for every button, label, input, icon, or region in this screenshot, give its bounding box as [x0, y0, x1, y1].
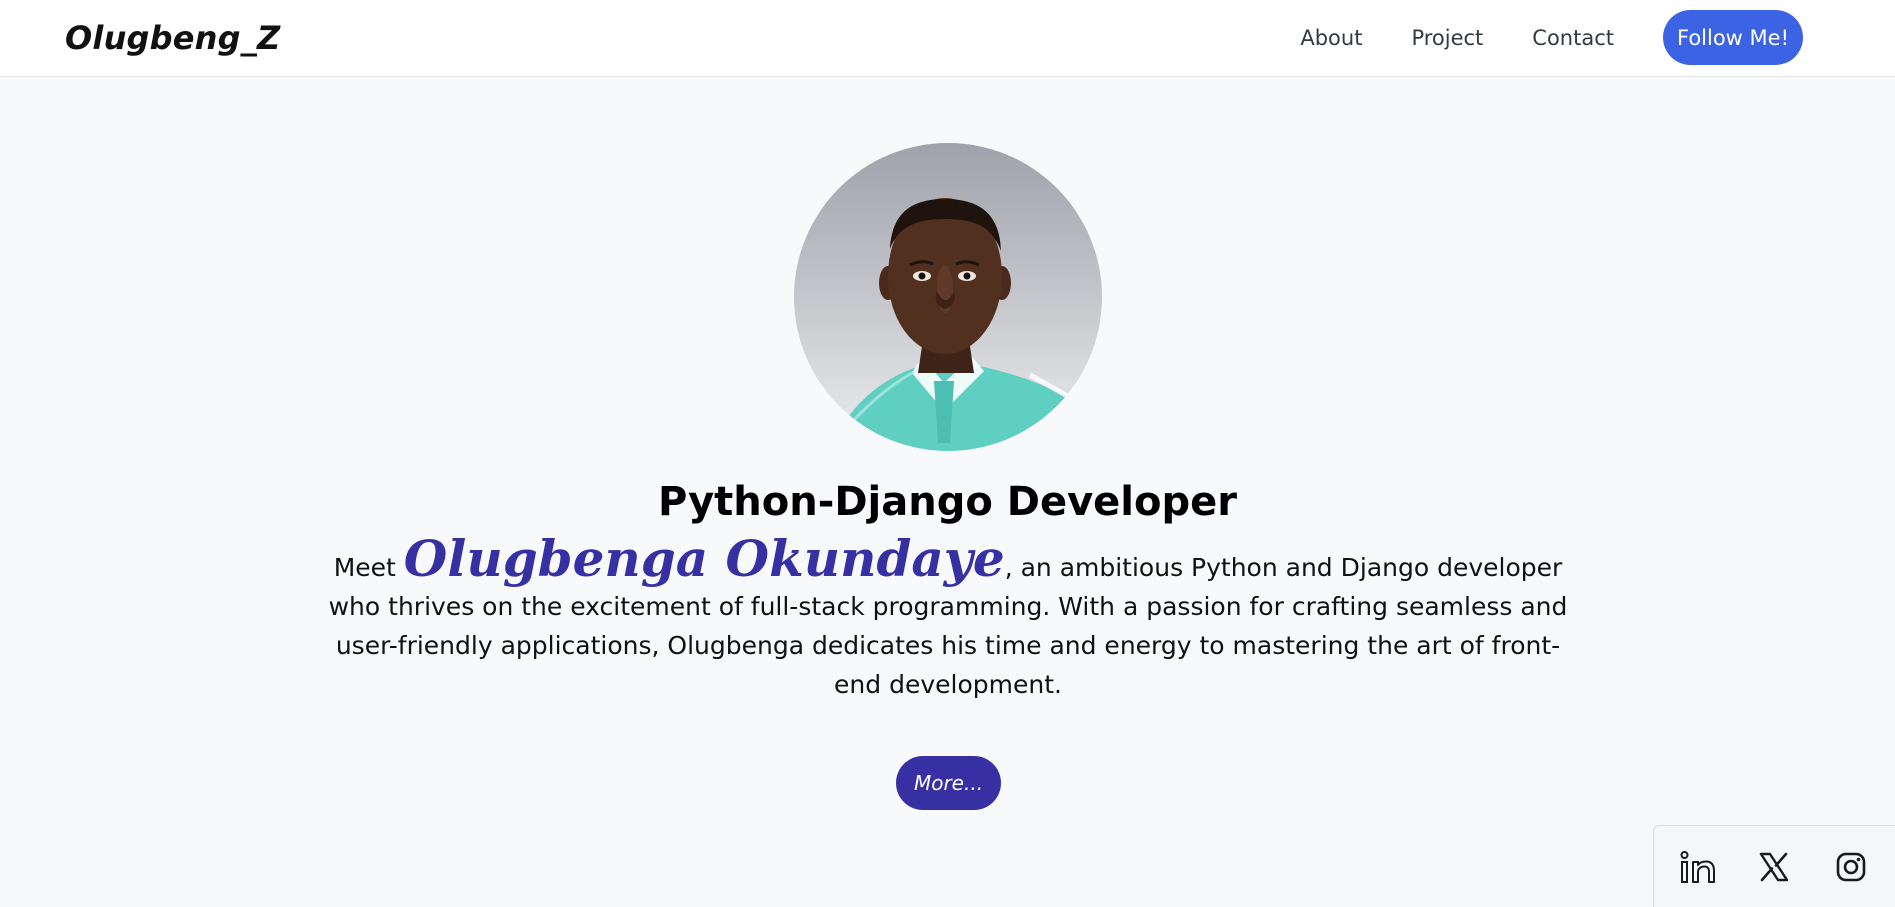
brand-logo[interactable]: Olugbeng_Z	[65, 19, 280, 57]
linkedin-icon[interactable]	[1676, 845, 1720, 889]
nav-links: About Project Contact Follow Me!	[1300, 10, 1803, 65]
follow-me-button[interactable]: Follow Me!	[1663, 10, 1803, 65]
nav-link-project[interactable]: Project	[1411, 26, 1483, 50]
instagram-icon[interactable]	[1829, 845, 1873, 889]
nav-link-contact[interactable]: Contact	[1532, 26, 1614, 50]
x-twitter-icon[interactable]	[1752, 845, 1796, 889]
developer-name: Olugbenga Okundaye	[403, 529, 1005, 588]
intro-prefix: Meet	[333, 553, 404, 582]
intro-paragraph: Meet Olugbenga Okundaye, an ambitious Py…	[318, 534, 1578, 704]
page-headline: Python-Django Developer	[658, 479, 1237, 525]
profile-photo	[794, 143, 1102, 451]
hero-section: Python-Django Developer Meet Olugbenga O…	[0, 77, 1895, 907]
social-links-bar	[1653, 825, 1895, 907]
more-button[interactable]: More...	[896, 756, 1001, 810]
navbar: Olugbeng_Z About Project Contact Follow …	[0, 0, 1895, 77]
nav-link-about[interactable]: About	[1300, 26, 1362, 50]
